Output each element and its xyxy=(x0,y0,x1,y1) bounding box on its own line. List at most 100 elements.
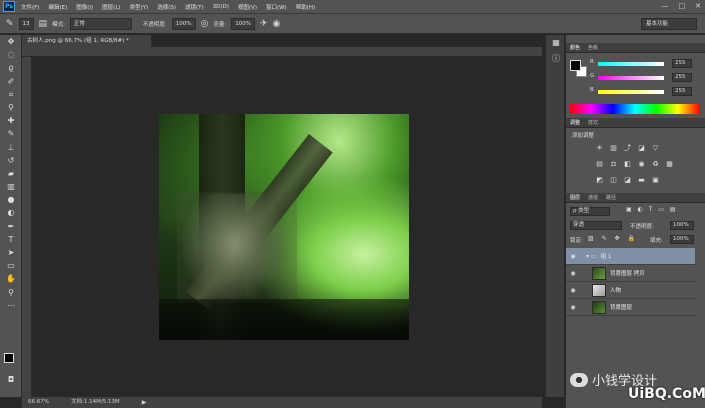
menu-3d[interactable]: 3D(D) xyxy=(213,4,229,10)
clone-stamp-tool-icon[interactable]: ⊥ xyxy=(0,141,22,154)
red-value[interactable]: 255 xyxy=(672,59,692,68)
menu-view[interactable]: 视图(V) xyxy=(238,3,257,11)
pen-tool-icon[interactable]: ✒ xyxy=(0,220,22,233)
visibility-eye-icon[interactable]: ◉ xyxy=(568,270,578,277)
tab-swatches[interactable]: 色板 xyxy=(588,44,598,51)
tab-adjustments[interactable]: 调整 xyxy=(570,119,580,126)
invert-icon[interactable]: ◩ xyxy=(594,175,605,185)
hand-tool-icon[interactable]: ✋ xyxy=(0,272,22,285)
pressure-opacity-icon[interactable]: ◎ xyxy=(201,18,209,30)
maximize-button[interactable]: □ xyxy=(679,2,686,10)
threshold-icon[interactable]: ◪ xyxy=(622,175,633,185)
brush-tool-icon[interactable]: ✎ xyxy=(0,127,22,140)
crop-tool-icon[interactable]: ⌗ xyxy=(0,88,22,101)
layer-opacity-input[interactable]: 100% xyxy=(670,221,694,230)
move-tool-icon[interactable]: ✥ xyxy=(0,35,22,48)
properties-panel-icon[interactable]: ⓘ xyxy=(546,51,566,67)
airbrush-icon[interactable]: ✈ xyxy=(260,18,268,30)
blue-track[interactable] xyxy=(598,90,664,94)
menu-type[interactable]: 类型(Y) xyxy=(130,3,149,11)
pressure-size-icon[interactable]: ◉ xyxy=(273,18,281,30)
channel-mixer-icon[interactable]: ♻ xyxy=(650,159,661,169)
foreground-color-swatch[interactable] xyxy=(4,353,14,363)
blend-mode-select[interactable]: 穿透 xyxy=(570,221,622,230)
green-track[interactable] xyxy=(598,76,664,80)
curves-icon[interactable]: ⤴ xyxy=(622,143,633,153)
blue-value[interactable]: 255 xyxy=(672,87,692,96)
menu-edit[interactable]: 编辑(E) xyxy=(48,3,67,11)
layer-filter-select[interactable]: ρ 类型 xyxy=(570,207,610,216)
quick-mask-icon[interactable]: ◘ xyxy=(0,373,22,386)
dodge-tool-icon[interactable]: ◐ xyxy=(0,206,22,219)
history-brush-tool-icon[interactable]: ↺ xyxy=(0,154,22,167)
gradient-map-icon[interactable]: ▬ xyxy=(636,175,647,185)
type-tool-icon[interactable]: T xyxy=(0,233,22,246)
zoom-level[interactable]: 66.67% xyxy=(28,397,49,408)
menu-filter[interactable]: 滤镜(T) xyxy=(185,3,204,11)
menu-help[interactable]: 帮助(H) xyxy=(296,3,315,11)
healing-tool-icon[interactable]: ✚ xyxy=(0,114,22,127)
brightness-icon[interactable]: ☀ xyxy=(594,143,605,153)
brush-size-picker[interactable]: 13 xyxy=(18,17,34,30)
hue-saturation-icon[interactable]: ▤ xyxy=(594,159,605,169)
status-menu-icon[interactable]: ▶ xyxy=(142,397,147,408)
visibility-eye-icon[interactable]: ◉ xyxy=(568,253,578,260)
layer-row[interactable]: ◉ 人物 xyxy=(566,282,695,299)
color-spectrum[interactable] xyxy=(570,104,700,114)
history-panel-icon[interactable]: ▦ xyxy=(546,35,566,51)
layer-row[interactable]: ◉ 背景图层 xyxy=(566,299,695,316)
tab-color[interactable]: 颜色 xyxy=(570,44,580,51)
minimize-button[interactable]: — xyxy=(662,2,669,10)
visibility-eye-icon[interactable]: ◉ xyxy=(568,287,578,294)
opacity-input[interactable]: 100% xyxy=(171,17,196,30)
visibility-eye-icon[interactable]: ◉ xyxy=(568,304,578,311)
zoom-tool-icon[interactable]: ⚲ xyxy=(0,286,22,299)
shape-tool-icon[interactable]: ▭ xyxy=(0,259,22,272)
eyedropper-tool-icon[interactable]: ⚲ xyxy=(0,101,22,114)
black-white-icon[interactable]: ◧ xyxy=(622,159,633,169)
document-image[interactable] xyxy=(159,114,409,340)
color-swatches[interactable] xyxy=(4,353,20,369)
menu-select[interactable]: 选择(S) xyxy=(157,3,176,11)
mode-select[interactable]: 正常 xyxy=(69,17,132,30)
green-slider[interactable]: G 255 xyxy=(590,73,700,83)
color-panel-fg-swatch[interactable] xyxy=(570,60,581,71)
photo-filter-icon[interactable]: ◉ xyxy=(636,159,647,169)
selective-color-icon[interactable]: ▣ xyxy=(650,175,661,185)
tab-styles[interactable]: 样式 xyxy=(588,119,598,126)
close-button[interactable]: ✕ xyxy=(695,2,701,10)
green-value[interactable]: 255 xyxy=(672,73,692,82)
lasso-tool-icon[interactable]: ϱ xyxy=(0,61,22,74)
levels-icon[interactable]: ▥ xyxy=(608,143,619,153)
blue-slider[interactable]: B 255 xyxy=(590,87,700,97)
brush-panel-icon[interactable]: ▤ xyxy=(39,18,48,30)
menu-file[interactable]: 文件(F) xyxy=(21,3,39,11)
blur-tool-icon[interactable]: ● xyxy=(0,193,22,206)
layer-row[interactable]: ◉ 背景图层 拷贝 xyxy=(566,265,695,282)
color-balance-icon[interactable]: ⚖ xyxy=(608,159,619,169)
workspace-select[interactable]: 基本功能 xyxy=(641,18,697,30)
brush-tool-icon[interactable]: ✎ xyxy=(6,18,14,30)
path-select-tool-icon[interactable]: ➤ xyxy=(0,246,22,259)
menu-layer[interactable]: 图层(L) xyxy=(102,3,120,11)
tab-channels[interactable]: 通道 xyxy=(588,194,598,201)
exposure-icon[interactable]: ◪ xyxy=(636,143,647,153)
lock-icons[interactable]: ▨ ✎ ✥ 🔒 xyxy=(588,235,638,242)
tab-paths[interactable]: 路径 xyxy=(606,194,616,201)
quick-select-tool-icon[interactable]: ✐ xyxy=(0,75,22,88)
eraser-tool-icon[interactable]: ▰ xyxy=(0,167,22,180)
fill-input[interactable]: 100% xyxy=(670,235,694,244)
red-slider[interactable]: R 255 xyxy=(590,59,700,69)
layer-filter-icons[interactable]: ▣ ◐ T ▭ ▤ xyxy=(626,206,678,213)
menu-window[interactable]: 窗口(W) xyxy=(266,3,287,11)
tab-layers[interactable]: 图层 xyxy=(570,194,580,201)
document-tab[interactable]: 古树人.png @ 66.7% (组 1, RGB/8#) * xyxy=(22,35,152,47)
vibrance-icon[interactable]: ▽ xyxy=(650,143,661,153)
flow-input[interactable]: 100% xyxy=(231,17,255,30)
more-tools-icon[interactable]: ⋯ xyxy=(0,299,22,312)
gradient-tool-icon[interactable]: ▥ xyxy=(0,180,22,193)
color-lookup-icon[interactable]: ▦ xyxy=(664,159,675,169)
red-track[interactable] xyxy=(598,62,664,66)
marquee-tool-icon[interactable]: ◌ xyxy=(0,48,22,61)
menu-image[interactable]: 图像(I) xyxy=(76,3,93,11)
